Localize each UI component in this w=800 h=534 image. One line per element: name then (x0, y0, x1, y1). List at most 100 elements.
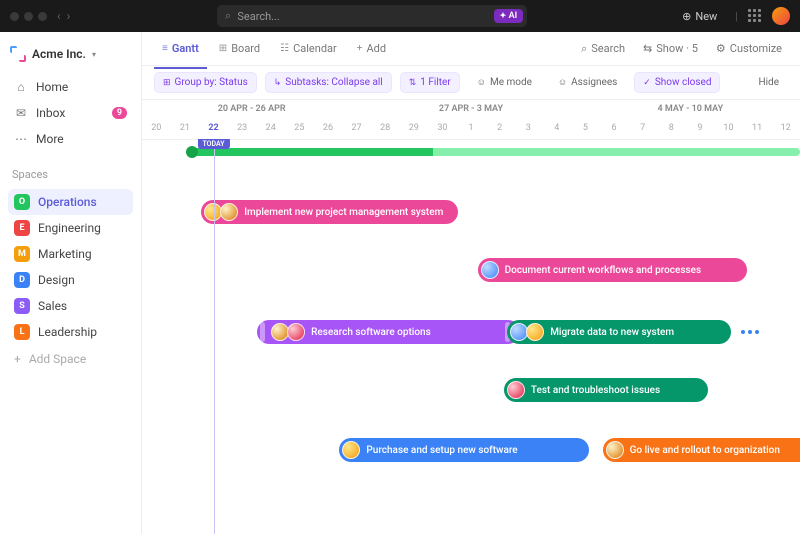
show-button[interactable]: ⇆Show · 5 (637, 38, 704, 60)
task-bar[interactable]: Migrate data to new system (507, 320, 731, 344)
nav-home[interactable]: ⌂Home (8, 74, 133, 100)
day-29: 29 (399, 120, 428, 139)
day-28: 28 (371, 120, 400, 139)
project-summary-bar[interactable] (188, 148, 800, 156)
assignee-avatar[interactable] (220, 203, 238, 221)
task-label: Go live and rollout to organization (630, 445, 780, 456)
space-sales[interactable]: SSales (8, 293, 133, 319)
task-label: Research software options (311, 327, 431, 338)
search-button[interactable]: ⌕Search (575, 38, 631, 60)
today-label: TODAY (197, 139, 229, 149)
filter-5[interactable]: ✓ Show closed (634, 72, 720, 93)
week-header: 20 APR - 26 APR27 APR - 3 MAY4 MAY - 10 … (142, 100, 800, 120)
assignee-avatar[interactable] (287, 323, 305, 341)
search-placeholder: Search... (237, 10, 280, 23)
main-panel: ≡Gantt ⊞ Board ☷ Calendar +Add ⌕Search ⇆Show … (142, 32, 800, 534)
new-button[interactable]: ⊕New (674, 7, 725, 26)
task-bar[interactable]: Implement new project management system (201, 200, 458, 224)
space-engineering[interactable]: EEngineering (8, 215, 133, 241)
week-label: 27 APR - 3 MAY (361, 100, 580, 120)
workspace-switcher[interactable]: Acme Inc. ▾ (8, 42, 133, 72)
filter-label: Assignees (571, 77, 617, 88)
view-tab-add[interactable]: +Add (349, 36, 394, 61)
space-icon: L (14, 324, 30, 340)
day-5: 5 (571, 120, 600, 139)
resize-handle-left[interactable] (260, 322, 265, 342)
gantt-body[interactable]: Implement new project management system D… (142, 140, 800, 534)
view-tab-board[interactable]: ⊞ Board (211, 36, 268, 61)
apps-icon[interactable] (748, 9, 762, 23)
task-bar[interactable]: Go live and rollout to organization (603, 438, 800, 462)
chevron-down-icon: ▾ (92, 50, 96, 59)
task-bar[interactable]: Document current workflows and processes (478, 258, 748, 282)
filter-4[interactable]: ☺Assignees (549, 72, 626, 93)
view-label: Board (231, 42, 260, 55)
day-4: 4 (543, 120, 572, 139)
nav-more[interactable]: ⋯ More (8, 126, 133, 152)
search-icon: ⌕ (225, 9, 231, 23)
filter-3[interactable]: ☺Me mode (468, 72, 541, 93)
day-header: 2021222324252627282930123456789101112TOD… (142, 120, 800, 140)
assignee-avatar[interactable] (342, 441, 360, 459)
board-icon: ⊞ (219, 43, 227, 54)
filter-icon: ⇅ (409, 78, 417, 88)
view-label: Calendar (293, 42, 337, 55)
assignee-avatar[interactable] (606, 441, 624, 459)
filter-1[interactable]: ↳Subtasks: Collapse all (265, 72, 392, 93)
nav-label: Home (36, 80, 68, 94)
task-bar[interactable]: Purchase and setup new software (339, 438, 589, 462)
more-icon: ⋯ (14, 132, 28, 146)
plus-icon: + (14, 352, 21, 366)
day-24: 24 (256, 120, 285, 139)
task-label: Document current workflows and processes (505, 265, 702, 276)
filter-label: Show closed (655, 77, 712, 88)
user-avatar[interactable] (772, 7, 790, 25)
day-8: 8 (657, 120, 686, 139)
search-icon: ⌕ (581, 42, 587, 56)
filter-0[interactable]: ⊞Group by: Status (154, 72, 257, 93)
space-label: Leadership (38, 325, 97, 339)
gantt-area[interactable]: 20 APR - 26 APR27 APR - 3 MAY4 MAY - 10 … (142, 100, 800, 534)
customize-button[interactable]: ⚙Customize (710, 38, 788, 60)
nav-arrows[interactable]: ‹› (57, 9, 70, 23)
assignee-avatar[interactable] (507, 381, 525, 399)
filter-icon: ↳ (274, 78, 282, 88)
task-bar[interactable]: Research software options (257, 320, 520, 344)
dependency-dots (741, 330, 759, 334)
view-label: Add (366, 42, 386, 55)
assignee-avatar[interactable] (481, 261, 499, 279)
day-7: 7 (628, 120, 657, 139)
space-operations[interactable]: OOperations (8, 189, 133, 215)
task-label: Purchase and setup new software (366, 445, 517, 456)
space-icon: M (14, 246, 30, 262)
add-icon: + (357, 43, 363, 54)
day-3: 3 (514, 120, 543, 139)
task-bar[interactable]: Test and troubleshoot issues (504, 378, 708, 402)
filter-icon: ✓ (643, 78, 651, 88)
space-leadership[interactable]: L Leadership (8, 319, 133, 345)
ai-badge[interactable]: ✦ AI (494, 9, 524, 23)
space-marketing[interactable]: MMarketing (8, 241, 133, 267)
filter-label: Me mode (490, 77, 532, 88)
filter-6[interactable]: Hide (749, 72, 788, 93)
day-1: 1 (457, 120, 486, 139)
sidebar: Acme Inc. ▾ ⌂Home✉Inbox9 ⋯ More Spaces OOp… (0, 32, 142, 534)
nav-inbox[interactable]: ✉Inbox9 (8, 100, 133, 126)
view-tab-gantt[interactable]: ≡Gantt (154, 36, 207, 61)
plus-icon: ⊕ (682, 10, 691, 23)
view-tab-calendar[interactable]: ☷ Calendar (272, 36, 345, 61)
calendar-icon: ☷ (280, 43, 289, 54)
assignee-avatar[interactable] (526, 323, 544, 341)
global-search[interactable]: ⌕ Search... ✦ AI (217, 5, 527, 27)
gear-icon: ⚙ (716, 42, 726, 55)
space-design[interactable]: DDesign (8, 267, 133, 293)
filter-2[interactable]: ⇅1 Filter (400, 72, 460, 93)
filter-bar: ⊞Group by: Status ↳Subtasks: Collapse all… (142, 66, 800, 100)
workspace-name: Acme Inc. (32, 47, 86, 61)
week-label: 20 APR - 26 APR (142, 100, 361, 120)
add-space-button[interactable]: + Add Space (8, 347, 133, 371)
window-controls[interactable] (10, 12, 47, 21)
nav-label: More (36, 132, 64, 146)
spaces-heading: Spaces (12, 168, 129, 181)
day-25: 25 (285, 120, 314, 139)
